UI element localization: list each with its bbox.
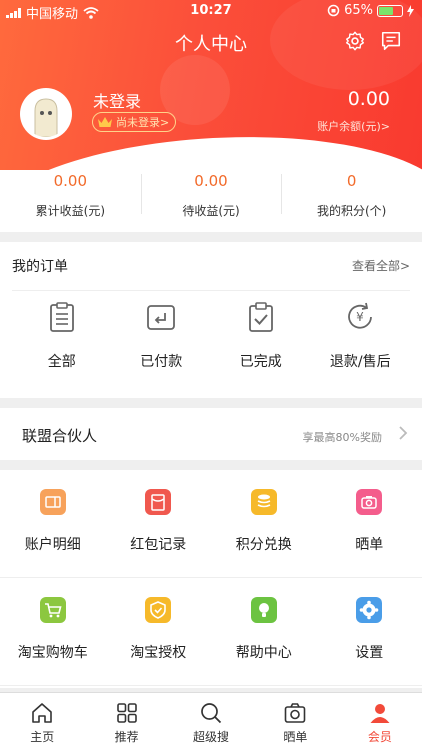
tab-label: 超级搜 xyxy=(193,730,230,744)
grid-label: 淘宝授权 xyxy=(130,645,187,661)
order-paid-button[interactable]: 已付款 xyxy=(112,291,212,371)
refund-icon: ¥ xyxy=(348,302,373,329)
user-icon xyxy=(370,704,390,723)
ghost-avatar-icon xyxy=(34,98,58,137)
paid-icon xyxy=(147,305,176,330)
grid-icon xyxy=(116,703,137,723)
orders-title: 我的订单 xyxy=(12,259,68,275)
stat-value: 0 xyxy=(346,172,357,190)
coins-icon xyxy=(250,489,277,515)
tab-label: 主页 xyxy=(30,730,55,744)
grid-label: 积分兑换 xyxy=(235,537,292,553)
status-bar: 中国移动 10:27 65% xyxy=(0,0,422,22)
stat-label: 我的积分(个) xyxy=(316,204,387,218)
help-center-button[interactable]: 帮助中心 xyxy=(211,578,317,685)
battery-percent: 65% xyxy=(344,3,373,18)
stat-pending-earnings[interactable]: 0.00 待收益(元) xyxy=(140,170,282,232)
tab-bar: 主页 推荐 超级搜 晒单 会员 xyxy=(0,692,422,750)
stat-label: 待收益(元) xyxy=(182,204,240,218)
order-refund-label: 退款/售后 xyxy=(329,354,391,370)
charging-icon xyxy=(407,4,414,17)
camera-icon xyxy=(356,489,383,515)
avatar[interactable] xyxy=(20,88,72,140)
stat-points[interactable]: 0 我的积分(个) xyxy=(281,170,422,232)
grid-label: 账户明细 xyxy=(24,537,81,553)
cart-icon xyxy=(39,597,66,623)
balance-value: 0.00 xyxy=(347,88,390,110)
grid-label: 帮助中心 xyxy=(235,645,292,661)
chevron-right-icon xyxy=(399,426,408,440)
stat-total-earnings[interactable]: 0.00 累计收益(元) xyxy=(0,170,141,232)
bulb-icon xyxy=(250,597,277,623)
settings-button[interactable]: 设置 xyxy=(317,578,422,685)
settings-gear-icon[interactable] xyxy=(344,30,366,52)
search-icon xyxy=(201,703,222,724)
red-packet-button[interactable]: 红包记录 xyxy=(106,470,212,577)
tab-label: 会员 xyxy=(367,730,392,744)
tab-member[interactable]: 会员 xyxy=(338,693,422,750)
order-all-label: 全部 xyxy=(47,354,76,370)
grid-label: 设置 xyxy=(355,645,384,661)
account-detail-button[interactable]: 账户明细 xyxy=(0,470,106,577)
crown-icon xyxy=(98,117,112,127)
red-packet-icon xyxy=(145,489,172,515)
order-completed-button[interactable]: 已完成 xyxy=(211,291,311,371)
rotation-lock-icon xyxy=(327,4,340,17)
partner-subtitle: 享最高80%奖励 xyxy=(302,431,382,444)
login-status[interactable]: 未登录 xyxy=(93,88,141,112)
camera-icon xyxy=(285,703,306,723)
order-paid-label: 已付款 xyxy=(140,354,183,370)
grid-label: 晒单 xyxy=(355,537,384,553)
completed-icon xyxy=(248,302,273,332)
shield-icon xyxy=(145,597,172,623)
profile-header xyxy=(0,0,422,170)
order-refund-button[interactable]: ¥ 退款/售后 xyxy=(311,291,411,371)
tab-label: 推荐 xyxy=(114,730,139,744)
orders-section: 我的订单 查看全部> 全部 已付款 已完成 ¥ 退款/售后 xyxy=(0,242,422,398)
view-all-orders-link[interactable]: 查看全部> xyxy=(352,257,410,274)
stats-row: 0.00 累计收益(元) 0.00 待收益(元) 0 我的积分(个) xyxy=(0,170,422,232)
settings-icon xyxy=(356,597,383,623)
grid-label: 淘宝购物车 xyxy=(17,645,88,661)
svg-text:¥: ¥ xyxy=(356,310,364,324)
partner-title: 联盟合伙人 xyxy=(22,427,98,445)
taobao-auth-button[interactable]: 淘宝授权 xyxy=(106,578,212,685)
order-completed-label: 已完成 xyxy=(239,354,282,370)
home-icon xyxy=(32,703,53,723)
grid-label: 红包记录 xyxy=(130,537,187,553)
tab-share[interactable]: 晒单 xyxy=(253,693,337,750)
account-detail-icon xyxy=(39,489,66,515)
login-badge[interactable]: 尚未登录> xyxy=(92,112,177,132)
login-badge-label: 尚未登录> xyxy=(116,116,170,129)
stat-label: 累计收益(元) xyxy=(35,204,106,218)
tab-super-search[interactable]: 超级搜 xyxy=(169,693,253,750)
feature-grid: 账户明细 红包记录 积分兑换 晒单 淘宝购物车 淘宝授权 帮助中心 设置 xyxy=(0,470,422,688)
balance-label[interactable]: 账户余额(元)> xyxy=(317,118,390,134)
points-exchange-button[interactable]: 积分兑换 xyxy=(211,470,317,577)
stat-value: 0.00 xyxy=(53,172,88,190)
partner-row[interactable]: 联盟合伙人 享最高80%奖励 xyxy=(0,408,422,460)
tab-label: 晒单 xyxy=(283,730,308,744)
share-order-button[interactable]: 晒单 xyxy=(317,470,422,577)
message-icon[interactable] xyxy=(380,30,402,52)
tab-home[interactable]: 主页 xyxy=(0,693,84,750)
taobao-cart-button[interactable]: 淘宝购物车 xyxy=(0,578,106,685)
battery-icon xyxy=(377,4,403,17)
tab-recommend[interactable]: 推荐 xyxy=(84,693,168,750)
stat-value: 0.00 xyxy=(194,172,228,190)
clipboard-icon xyxy=(49,302,74,332)
order-all-button[interactable]: 全部 xyxy=(12,291,112,371)
